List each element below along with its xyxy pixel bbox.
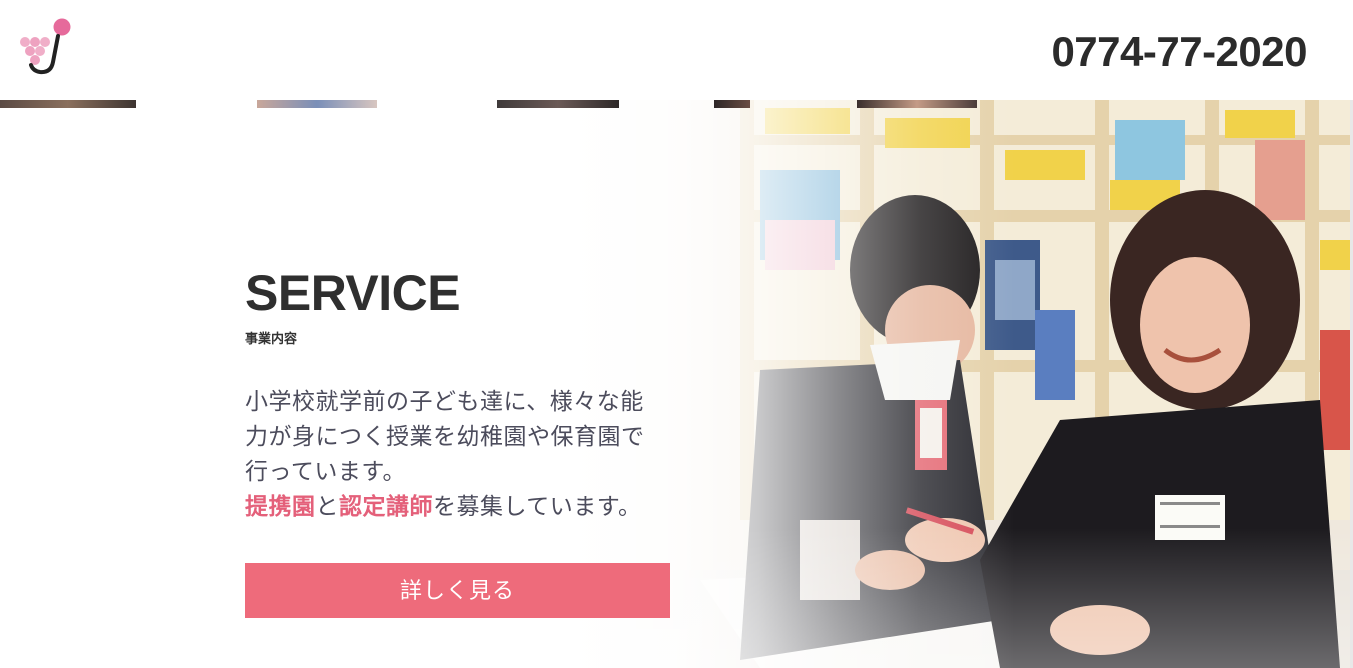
logo-graphic	[20, 18, 71, 75]
photo-sliver	[714, 100, 750, 108]
grape-j-logo[interactable]	[18, 18, 76, 76]
section-description: 小学校就学前の子ども達に、様々な能 力が身につく授業を幼稚園や保育園で 行ってい…	[245, 385, 685, 525]
recruit-tail: を募集しています。	[433, 494, 642, 520]
photo-sliver	[497, 100, 619, 108]
section-subtitle: 事業内容	[245, 332, 298, 347]
page: 0774-77-2020 SERVICE 事業内容 小学校就学前の子ども達に、様…	[0, 0, 1353, 668]
service-section: SERVICE 事業内容 小学校就学前の子ども達に、様々な能 力が身につく授業を…	[245, 262, 685, 618]
description-line: 力が身につく授業を幼稚園や保育園で	[245, 424, 645, 450]
connector-text: と	[315, 494, 339, 520]
photo-sliver	[257, 100, 377, 108]
details-button[interactable]: 詳しく見る	[245, 563, 670, 618]
highlight-partner: 提携園	[245, 494, 316, 520]
phone-number[interactable]: 0774-77-2020	[1051, 26, 1307, 78]
highlight-instructor: 認定講師	[339, 494, 433, 520]
site-header: 0774-77-2020	[0, 0, 1353, 100]
section-title: SERVICE	[245, 265, 461, 321]
description-line: 行っています。	[245, 459, 407, 485]
recruit-line: 提携園と認定講師を募集しています。	[245, 490, 685, 525]
photo-sliver	[857, 100, 977, 108]
photo-sliver	[0, 100, 136, 108]
description-line: 小学校就学前の子ども達に、様々な能	[245, 389, 644, 415]
